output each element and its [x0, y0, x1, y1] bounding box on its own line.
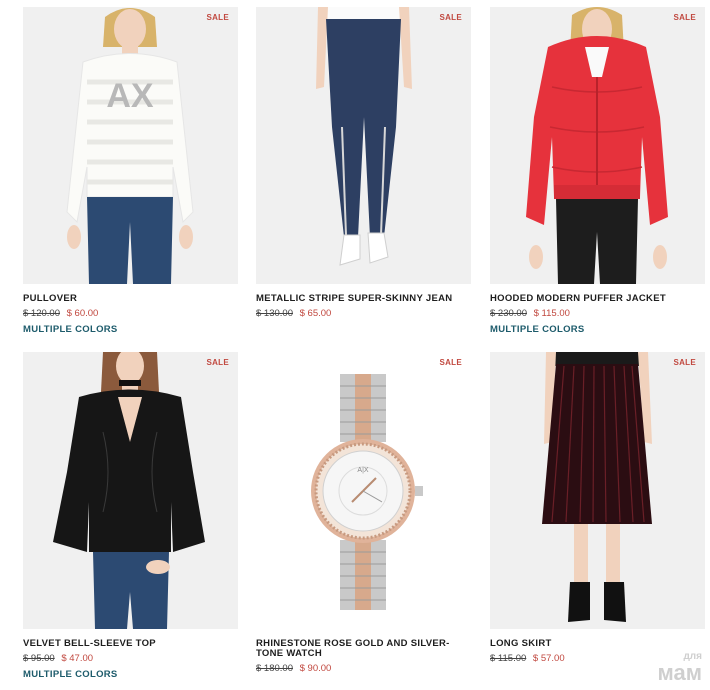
price-row: $ 95.00 $ 47.00	[23, 653, 238, 664]
price-row: $ 130.00 $ 65.00	[256, 308, 471, 319]
velvet-top-photo	[23, 352, 238, 629]
multiple-colors-link[interactable]: MULTIPLE COLORS	[23, 669, 238, 680]
product-name[interactable]: VELVET BELL-SLEEVE TOP	[23, 639, 238, 649]
multiple-colors-link[interactable]: MULTIPLE COLORS	[23, 324, 238, 335]
product-name[interactable]: METALLIC STRIPE SUPER-SKINNY JEAN	[256, 294, 471, 304]
product-card[interactable]: AX SALE PULLOVER $ 120.00 $ 60.00 MULTIP…	[23, 7, 238, 335]
long-skirt-photo	[490, 352, 705, 629]
sale-price: $ 115.00	[533, 308, 570, 319]
puffer-jacket-photo	[490, 7, 705, 284]
product-card[interactable]: A|X SALE RHINESTONE ROSE GOLD AND SILVER…	[256, 352, 471, 674]
product-name[interactable]: RHINESTONE ROSE GOLD AND SILVER-TONE WAT…	[256, 639, 471, 659]
product-image[interactable]: SALE	[490, 7, 705, 284]
sale-price: $ 47.00	[61, 653, 94, 664]
original-price: $ 95.00	[23, 653, 55, 664]
svg-text:A|X: A|X	[357, 467, 368, 474]
sale-price: $ 57.00	[532, 653, 565, 664]
sale-price: $ 90.00	[299, 663, 332, 674]
sale-badge: SALE	[439, 358, 462, 367]
sale-badge: SALE	[439, 13, 462, 22]
product-card[interactable]: SALE HOODED MODERN PUFFER JACKET $ 230.0…	[490, 7, 705, 335]
product-image[interactable]: SALE	[490, 352, 705, 629]
sale-badge: SALE	[673, 358, 696, 367]
product-image[interactable]: SALE	[256, 7, 471, 284]
original-price: $ 230.00	[490, 308, 527, 319]
jean-photo	[256, 7, 471, 284]
sale-badge: SALE	[673, 13, 696, 22]
price-row: $ 180.00 $ 90.00	[256, 663, 471, 674]
original-price: $ 120.00	[23, 308, 60, 319]
watermark: для мам	[658, 652, 703, 684]
watermark-line2: мам	[657, 660, 703, 685]
product-card[interactable]: SALE LONG SKIRT $ 115.00 $ 57.00	[490, 352, 705, 664]
original-price: $ 130.00	[256, 308, 293, 319]
product-name[interactable]: HOODED MODERN PUFFER JACKET	[490, 294, 705, 304]
watch-photo: A|X	[256, 352, 471, 629]
product-name[interactable]: PULLOVER	[23, 294, 238, 304]
sale-price: $ 65.00	[299, 308, 332, 319]
product-image[interactable]: AX SALE	[23, 7, 238, 284]
sale-badge: SALE	[206, 13, 229, 22]
sale-price: $ 60.00	[66, 308, 99, 319]
product-image[interactable]: SALE	[23, 352, 238, 629]
product-image[interactable]: A|X SALE	[256, 352, 471, 629]
svg-text:AX: AX	[106, 77, 154, 115]
product-name[interactable]: LONG SKIRT	[490, 639, 705, 649]
pullover-photo: AX	[23, 7, 238, 284]
original-price: $ 115.00	[490, 653, 527, 664]
sale-badge: SALE	[206, 358, 229, 367]
product-card[interactable]: SALE VELVET BELL-SLEEVE TOP $ 95.00 $ 47…	[23, 352, 238, 680]
price-row: $ 230.00 $ 115.00	[490, 308, 705, 319]
product-card[interactable]: SALE METALLIC STRIPE SUPER-SKINNY JEAN $…	[256, 7, 471, 319]
price-row: $ 120.00 $ 60.00	[23, 308, 238, 319]
multiple-colors-link[interactable]: MULTIPLE COLORS	[490, 324, 705, 335]
original-price: $ 180.00	[256, 663, 293, 674]
